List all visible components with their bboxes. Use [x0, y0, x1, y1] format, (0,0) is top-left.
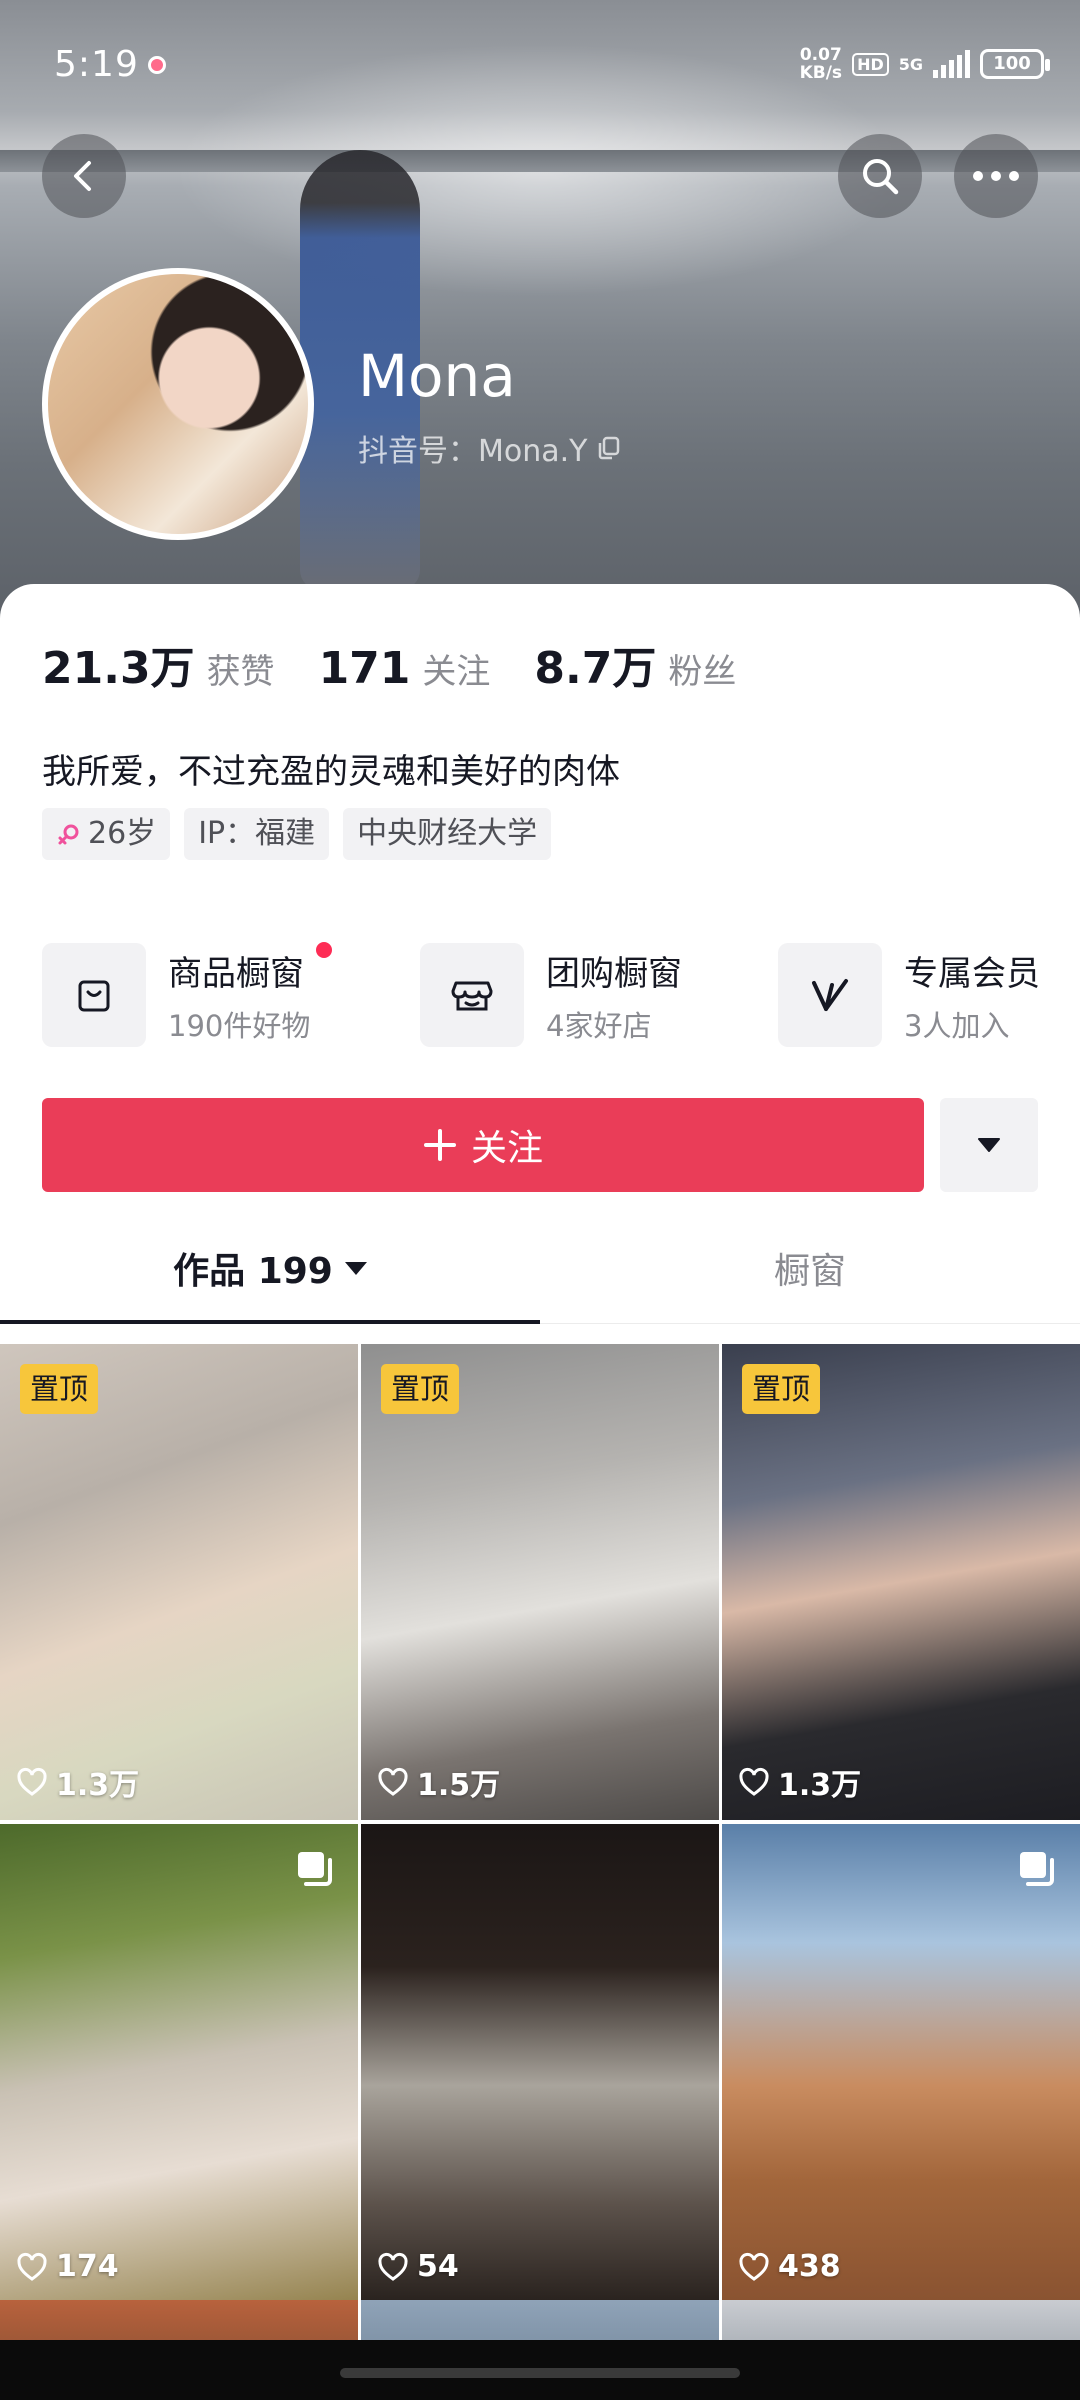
- heart-icon: [378, 1768, 408, 1796]
- feature-product-subtitle: 190件好物: [168, 1008, 311, 1043]
- age-tag: 26岁: [42, 808, 171, 860]
- home-indicator[interactable]: [340, 2368, 740, 2378]
- heart-icon: [17, 1768, 47, 1796]
- multi-image-icon: [298, 1852, 332, 1886]
- pinned-badge: 置顶: [381, 1364, 460, 1414]
- pinned-badge: 置顶: [20, 1364, 99, 1414]
- status-time: 5:19: [54, 44, 139, 85]
- signal-icon: [933, 50, 970, 78]
- avatar[interactable]: [42, 268, 314, 540]
- multi-image-icon: [1020, 1852, 1054, 1886]
- feature-product-title: 商品橱窗: [168, 941, 333, 995]
- feature-group-buy[interactable]: 团购橱窗 4家好店: [420, 942, 682, 1048]
- network-type: 5G: [898, 54, 923, 74]
- stat-followers-label: 粉丝: [668, 652, 737, 692]
- feature-member-subtitle: 3人加入: [904, 1008, 1010, 1043]
- feature-group-title: 团购橱窗: [546, 953, 682, 994]
- tab-indicator: [0, 1320, 540, 1324]
- new-dot: [316, 941, 333, 958]
- post-likes: 438: [738, 2249, 841, 2284]
- follow-button[interactable]: 关注: [42, 1098, 924, 1192]
- post-tile-2[interactable]: 置顶 1.5万: [361, 1344, 719, 1820]
- plus-icon: [423, 1129, 456, 1161]
- feature-group-subtitle: 4家好店: [546, 1008, 652, 1043]
- stat-likes[interactable]: 21.3万 获赞: [42, 632, 275, 696]
- stat-likes-value: 21.3万: [42, 643, 195, 694]
- more-icon: [973, 171, 1019, 181]
- content-tabs: 作品 199 橱窗: [0, 1212, 1080, 1324]
- heart-icon: [378, 2252, 408, 2281]
- stat-likes-label: 获赞: [206, 652, 275, 692]
- pinned-badge: 置顶: [742, 1364, 821, 1414]
- profile-tags: 26岁 IP：福建 中央财经大学: [42, 808, 552, 860]
- status-icons: 0.07 KB/s HD 5G 100: [800, 46, 1050, 82]
- heart-icon: [739, 1768, 769, 1796]
- post-likes: 54: [377, 2249, 459, 2284]
- stat-followers[interactable]: 8.7万 粉丝: [534, 632, 736, 696]
- post-likes: 1.5万: [377, 1760, 500, 1804]
- profile-screen: 5:19 0.07 KB/s HD 5G 100 Mona 抖音号：Mona.Y…: [0, 0, 1080, 2400]
- feature-row: 商品橱窗 190件好物 团购橱窗 4家好店 专属会员 3人加入: [42, 941, 1062, 1052]
- recommend-dropdown-button[interactable]: [940, 1098, 1038, 1192]
- post-tile-3[interactable]: 置顶 1.3万: [722, 1344, 1080, 1820]
- store-icon: [451, 981, 493, 1011]
- stat-followers-value: 8.7万: [534, 643, 657, 694]
- battery-icon: 100: [980, 49, 1050, 79]
- notification-icon: [148, 56, 166, 74]
- more-button[interactable]: [954, 134, 1038, 218]
- post-likes: 1.3万: [16, 1760, 139, 1804]
- bio-text: 我所爱，不过充盈的灵魂和美好的肉体: [42, 752, 620, 792]
- profile-nickname: Mona: [358, 342, 516, 410]
- feature-member-title: 专属会员: [904, 953, 1040, 994]
- hd-icon: HD: [852, 52, 889, 76]
- post-tile-6[interactable]: 438: [722, 1824, 1080, 2300]
- v-icon: [812, 979, 848, 1011]
- female-icon: [58, 824, 79, 845]
- post-likes: 1.3万: [738, 1760, 861, 1804]
- tab-showcase[interactable]: 橱窗: [540, 1212, 1080, 1324]
- back-icon: [74, 161, 91, 191]
- bag-icon: [78, 980, 110, 1012]
- status-bar: 5:19 0.07 KB/s HD 5G 100: [0, 0, 1080, 130]
- bag-icon-box: [42, 943, 146, 1047]
- post-tile-4[interactable]: 174: [0, 1824, 358, 2300]
- copy-icon: [598, 436, 619, 460]
- post-likes: 174: [16, 2249, 119, 2284]
- caret-down-icon: [344, 1261, 367, 1275]
- search-button[interactable]: [838, 134, 922, 218]
- stat-following-value: 171: [318, 643, 411, 694]
- ip-tag: IP：福建: [184, 808, 330, 860]
- store-icon-box: [420, 943, 524, 1047]
- back-button[interactable]: [42, 134, 126, 218]
- search-icon: [863, 159, 899, 195]
- follow-label: 关注: [470, 1128, 543, 1169]
- tab-works[interactable]: 作品 199: [0, 1212, 540, 1324]
- heart-icon: [17, 2252, 47, 2281]
- douyin-id-text: 抖音号：Mona.Y: [358, 434, 588, 469]
- feature-membership[interactable]: 专属会员 3人加入: [778, 942, 1040, 1048]
- douyin-id[interactable]: 抖音号：Mona.Y: [358, 426, 622, 470]
- stat-following[interactable]: 171 关注: [319, 643, 491, 694]
- stat-following-label: 关注: [422, 652, 491, 692]
- net-speed-unit: KB/s: [799, 63, 843, 83]
- stats-row: 21.3万 获赞 171 关注 8.7万 粉丝: [42, 632, 780, 696]
- school-tag[interactable]: 中央财经大学: [343, 808, 552, 860]
- net-speed: 0.07 KB/s: [800, 46, 842, 82]
- net-speed-value: 0.07: [799, 45, 842, 65]
- tab-works-label: 作品 199: [173, 1251, 333, 1292]
- post-tile-5[interactable]: 54: [361, 1824, 719, 2300]
- v-icon-box: [778, 943, 882, 1047]
- triangle-down-icon: [978, 1138, 1000, 1152]
- age-text: 26岁: [88, 816, 157, 851]
- heart-icon: [739, 2252, 769, 2281]
- post-tile-1[interactable]: 置顶 1.3万: [0, 1344, 358, 1820]
- feature-product-showcase[interactable]: 商品橱窗 190件好物: [42, 941, 333, 1048]
